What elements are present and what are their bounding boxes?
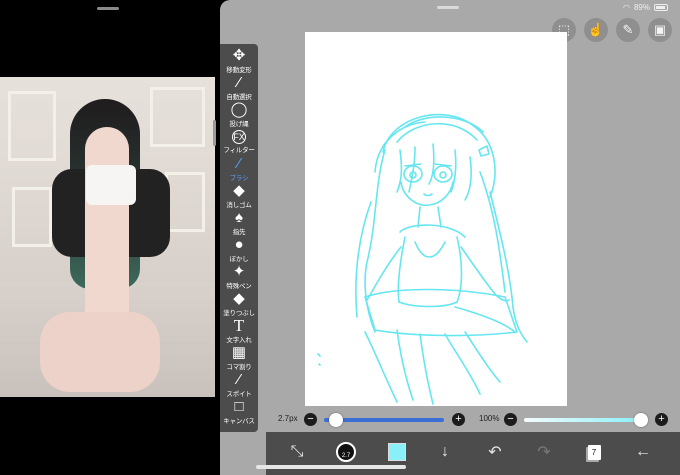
layers-button[interactable]: 7 xyxy=(581,439,607,465)
brush-size-decrease-button[interactable]: − xyxy=(304,413,317,426)
tool-label: 特殊ペン xyxy=(226,283,252,290)
toolbox: ✥ 移動変形 ⁄ 自動選択 ◯ 投げ縄 FX フィルター ⁄ ブラシ ◆ 消しゴ… xyxy=(220,44,258,432)
redo-icon[interactable]: ↷ xyxy=(531,439,557,465)
tool-label: ブラシ xyxy=(229,175,249,182)
tool-canvas[interactable]: □ キャンバス xyxy=(220,398,258,428)
text-tool-icon: T xyxy=(233,316,245,335)
top-tools: ⬚ ☝ ✎ ▣ xyxy=(552,18,672,42)
brush-size-badge: 2.7 xyxy=(336,442,356,462)
opacity-increase-button[interactable]: + xyxy=(655,413,668,426)
blur-drop-icon: ● xyxy=(234,236,244,253)
reference-photo-pane xyxy=(0,0,215,475)
opacity-slider[interactable] xyxy=(524,418,641,422)
tool-label: 投げ縄 xyxy=(229,121,249,128)
drawing-app: ◠ 89% ⬚ ☝ ✎ ▣ ✥ 移動変形 ⁄ 自動選択 ◯ 投げ縄 FX フィル… xyxy=(220,0,680,475)
fill-bucket-icon: ◆ xyxy=(233,290,245,307)
eyedropper-icon: ⁄ xyxy=(237,371,241,388)
tool-finger[interactable]: ♠ 指先 xyxy=(220,209,258,239)
tool-label: 文字入れ xyxy=(226,337,252,344)
drawing-canvas[interactable] xyxy=(305,32,567,406)
tool-label: コマ割り xyxy=(226,364,252,371)
color-button[interactable] xyxy=(384,439,410,465)
tool-text[interactable]: T 文字入れ xyxy=(220,317,258,347)
brush-size-increase-button[interactable]: + xyxy=(452,413,465,426)
screen: ◠ 89% ⬚ ☝ ✎ ▣ ✥ 移動変形 ⁄ 自動選択 ◯ 投げ縄 FX フィル… xyxy=(0,0,680,475)
split-view-divider[interactable] xyxy=(213,120,216,146)
tool-magic-wand[interactable]: ⁄ 自動選択 xyxy=(220,74,258,104)
tool-label: キャンバス xyxy=(223,418,255,425)
magic-wand-icon: ⁄ xyxy=(237,74,241,91)
tool-filter[interactable]: FX フィルター xyxy=(220,128,258,158)
tool-label: 自動選択 xyxy=(226,94,252,101)
multitasking-grabber[interactable] xyxy=(97,7,119,10)
finger-icon: ♠ xyxy=(235,209,243,226)
current-color-swatch xyxy=(388,443,406,461)
move-transform-icon: ✥ xyxy=(232,47,246,64)
transform-icon[interactable]: ⤡ xyxy=(284,439,310,465)
tool-eyedropper[interactable]: ⁄ スポイト xyxy=(220,371,258,401)
tool-special-pen[interactable]: ✦ 特殊ペン xyxy=(220,263,258,293)
reference-photo xyxy=(0,77,215,397)
frame-divider-icon: ▦ xyxy=(231,344,247,361)
download-arrow-icon[interactable]: ↓ xyxy=(432,439,458,465)
tool-label: ぼかし xyxy=(229,256,249,263)
back-arrow-icon[interactable]: ← xyxy=(630,439,656,465)
tool-label: 移動変形 xyxy=(226,67,252,74)
battery-icon xyxy=(654,4,668,11)
brush-size-button[interactable]: 2.7 xyxy=(333,439,359,465)
tool-label: 消しゴム xyxy=(226,202,252,209)
undo-icon[interactable]: ↶ xyxy=(482,439,508,465)
image-icon[interactable]: ▣ xyxy=(648,18,672,42)
multitasking-grabber[interactable] xyxy=(437,6,459,9)
tool-brush[interactable]: ⁄ ブラシ xyxy=(220,155,258,185)
filter-fx-icon: FX xyxy=(232,130,246,144)
tool-label: フィルター xyxy=(223,147,255,154)
brush-size-value: 2.7px xyxy=(278,414,298,423)
special-pen-icon: ✦ xyxy=(232,263,246,280)
opacity-decrease-button[interactable]: − xyxy=(504,413,517,426)
opacity-slider-knob[interactable] xyxy=(634,413,648,427)
wifi-icon: ◠ xyxy=(623,3,630,12)
tool-move-transform[interactable]: ✥ 移動変形 xyxy=(220,47,258,77)
hand-icon[interactable]: ☝ xyxy=(584,18,608,42)
opacity-value: 100% xyxy=(479,414,500,423)
tool-lasso[interactable]: ◯ 投げ縄 xyxy=(220,101,258,131)
canvas-icon: □ xyxy=(234,398,244,415)
home-indicator xyxy=(256,465,406,469)
pencil-icon[interactable]: ✎ xyxy=(616,18,640,42)
layer-count-badge: 7 xyxy=(587,444,601,460)
battery-percentage: 89% xyxy=(633,3,650,12)
lasso-icon: ◯ xyxy=(230,101,248,118)
status-bar: ◠ 89% xyxy=(623,3,668,12)
tool-blur[interactable]: ● ぼかし xyxy=(220,236,258,266)
tool-label: スポイト xyxy=(226,391,252,398)
eraser-icon: ◆ xyxy=(233,182,245,199)
brush-size-slider-knob[interactable] xyxy=(329,413,343,427)
tool-eraser[interactable]: ◆ 消しゴム xyxy=(220,182,258,212)
brush-icon: ⁄ xyxy=(237,155,241,172)
tool-frame-divider[interactable]: ▦ コマ割り xyxy=(220,344,258,374)
sketch-drawing xyxy=(317,113,528,405)
tool-label: 指先 xyxy=(232,229,246,236)
